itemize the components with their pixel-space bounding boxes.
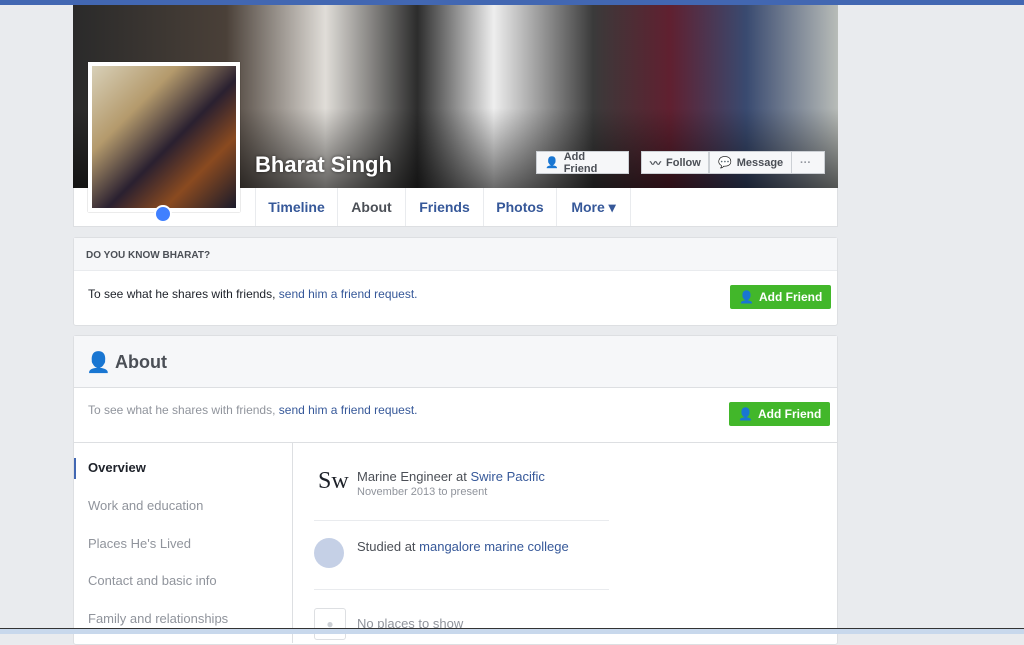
more-options-button[interactable]: ··· [791, 151, 825, 174]
add-friend-label: Add Friend [563, 150, 598, 175]
follow-button[interactable]: 〰 Follow [641, 151, 709, 174]
add-friend-icon: 👤 [738, 407, 753, 421]
work-dates: November 2013 to present [357, 486, 488, 498]
school-link[interactable]: mangalore marine college [419, 539, 569, 554]
profile-guard-shield-icon [154, 205, 172, 223]
sidebar-overview[interactable]: Overview [88, 460, 146, 475]
work-role: Marine Engineer at [357, 469, 471, 484]
sidebar-work-education[interactable]: Work and education [88, 498, 203, 513]
add-friend-button[interactable]: 👤 Add Friend [536, 150, 629, 175]
map-pin-icon: ● [314, 608, 346, 640]
sidebar-contact[interactable]: Contact and basic info [88, 573, 217, 588]
follow-label: Follow [666, 156, 701, 169]
add-friend-label: Add Friend [757, 407, 822, 421]
sidebar-family[interactable]: Family and relationships [88, 611, 228, 626]
know-box-text: To see what he shares with friends, send… [88, 287, 418, 301]
company-link[interactable]: Swire Pacific [470, 469, 544, 484]
know-box-title: DO YOU KNOW BHARAT? [74, 238, 837, 271]
tab-friends[interactable]: Friends [405, 188, 483, 226]
message-button[interactable]: 💬 Message [709, 151, 792, 174]
tab-more[interactable]: More ▾ [556, 188, 631, 226]
about-request-text: To see what he shares with friends, send… [88, 403, 418, 417]
sidebar-places[interactable]: Places He's Lived [88, 536, 191, 551]
add-friend-green-button[interactable]: 👤 Add Friend [729, 402, 831, 426]
swire-logo: Sw [318, 468, 349, 494]
profile-name[interactable]: Bharat Singh [255, 152, 392, 178]
add-friend-green-button[interactable]: 👤 Add Friend [730, 285, 832, 309]
about-text: To see what he shares with friends, [88, 403, 279, 417]
message-label: Message [736, 156, 784, 169]
taskbar [0, 628, 1024, 634]
add-friend-icon: 👤 [545, 157, 559, 169]
know-box: DO YOU KNOW BHARAT? To see what he share… [73, 237, 838, 326]
know-text: To see what he shares with friends, [88, 287, 279, 301]
friend-request-link[interactable]: send him a friend request. [279, 287, 418, 301]
messenger-icon: 💬 [718, 157, 732, 169]
education-text: Studied at [357, 539, 420, 554]
work-item: Marine Engineer at Swire Pacific [357, 469, 545, 484]
rss-icon: 〰 [650, 157, 661, 170]
education-item: Studied at mangalore marine college [357, 539, 569, 554]
add-friend-icon: 👤 [739, 290, 754, 304]
tab-about[interactable]: About [337, 188, 405, 226]
tab-photos[interactable]: Photos [483, 188, 556, 226]
person-icon: 👤 [86, 352, 111, 374]
about-box: 👤 About To see what he shares with frien… [73, 335, 838, 645]
school-icon [314, 538, 344, 568]
tab-timeline[interactable]: Timeline [255, 188, 337, 226]
profile-picture[interactable] [88, 62, 240, 212]
about-title: About [115, 352, 167, 372]
add-friend-label: Add Friend [758, 290, 823, 304]
friend-request-link[interactable]: send him a friend request. [279, 403, 418, 417]
